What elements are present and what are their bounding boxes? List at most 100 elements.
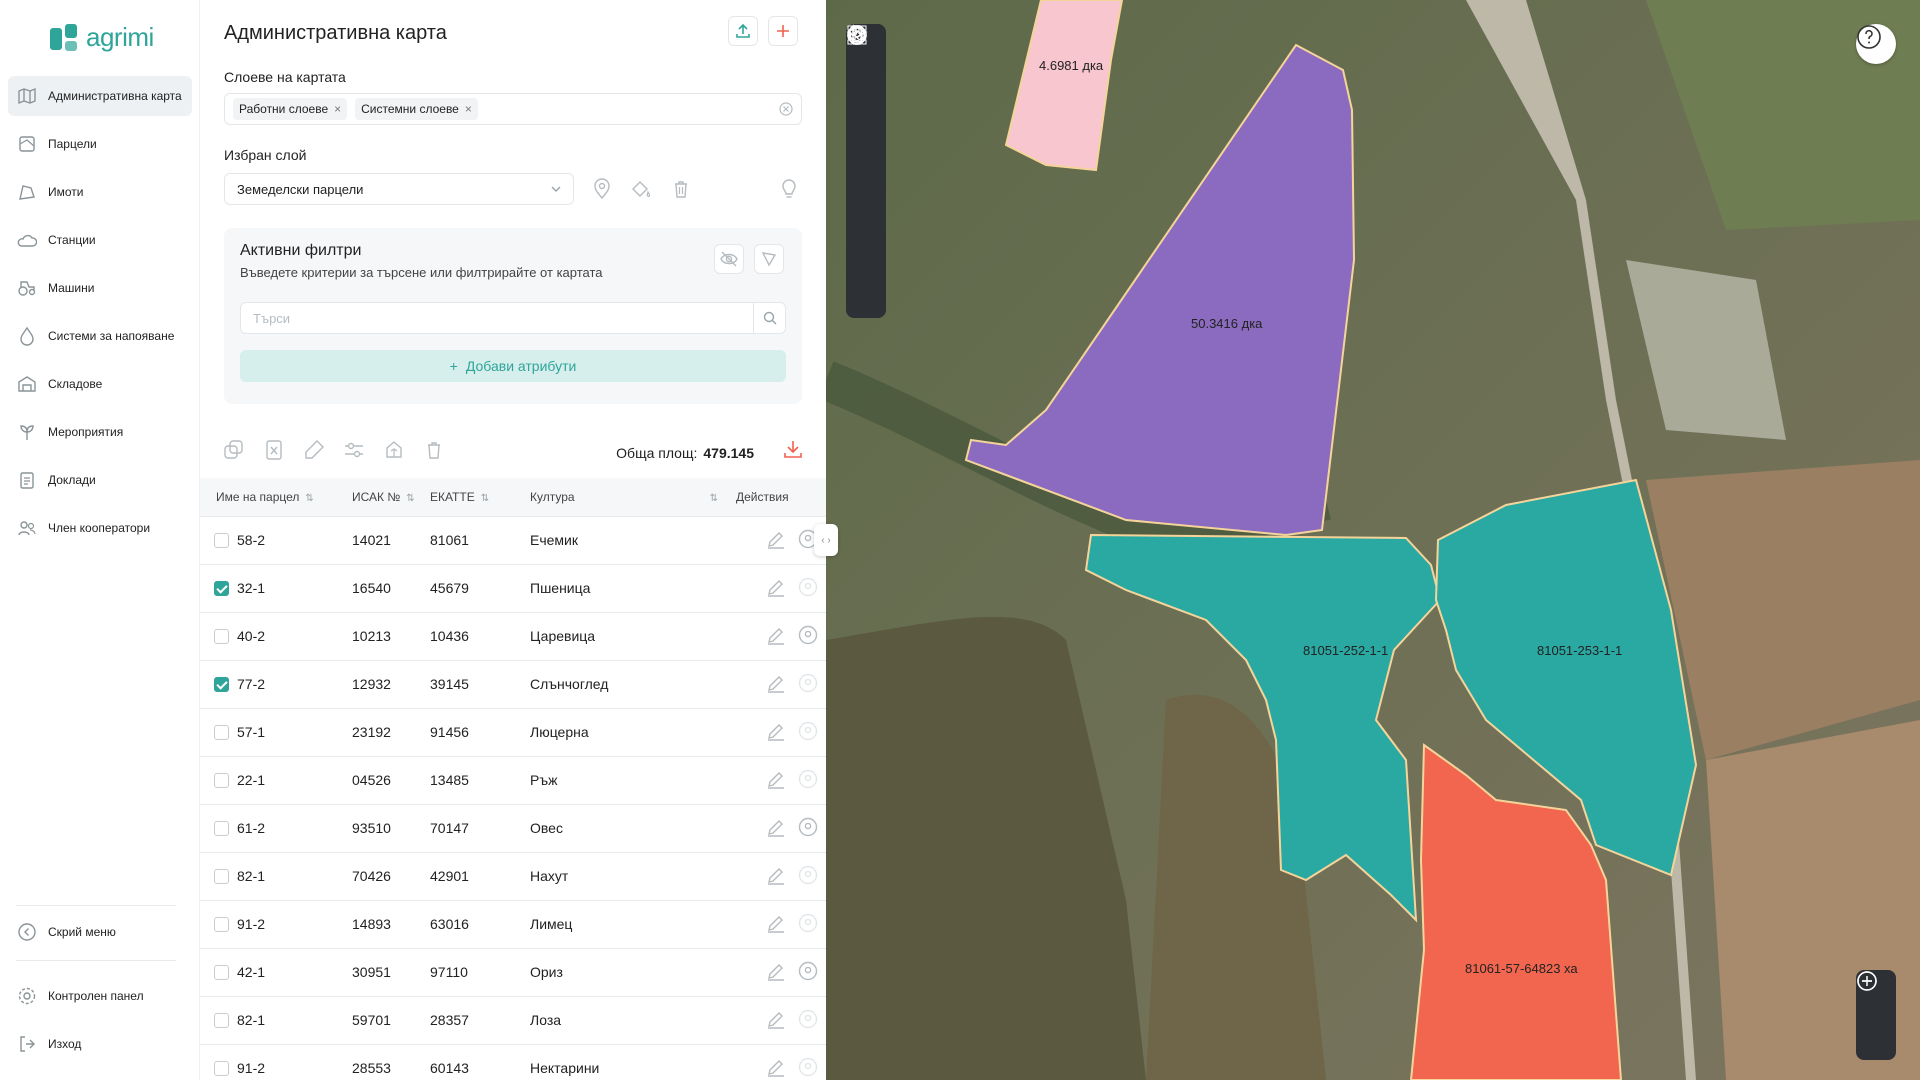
edit-icon[interactable]: [766, 961, 786, 984]
location-pin-icon[interactable]: [798, 817, 818, 840]
row-checkbox[interactable]: [214, 533, 229, 549]
row-checkbox[interactable]: [214, 725, 229, 741]
map-filter-button[interactable]: [754, 244, 784, 274]
map-view[interactable]: 4.6981 дка 50.3416 дка 81051-252-1-1 810…: [826, 0, 1920, 1080]
edit-icon[interactable]: [766, 913, 786, 936]
column-header-crop[interactable]: Култура ⇅: [522, 478, 722, 517]
polygon-draw-icon[interactable]: [847, 25, 880, 182]
table-row[interactable]: 61-2 93510 70147 Овес: [200, 804, 826, 853]
row-checkbox[interactable]: [214, 1013, 229, 1029]
edit-icon[interactable]: [766, 817, 786, 840]
download-icon[interactable]: [782, 438, 804, 465]
table-row[interactable]: 58-2 14021 81061 Ечемик: [200, 516, 826, 565]
sidebar-item-5[interactable]: Системи за напояване: [8, 316, 192, 356]
location-pin-icon[interactable]: [798, 913, 818, 936]
table-row[interactable]: 82-1 70426 42901 Нахут: [200, 852, 826, 901]
location-pin-icon[interactable]: [798, 625, 818, 648]
crop-assign-icon[interactable]: [382, 438, 406, 462]
ruler-icon[interactable]: [852, 25, 880, 222]
column-header-name[interactable]: Име на парцел ⇅: [200, 478, 330, 517]
sidebar-item-1[interactable]: Парцели: [8, 124, 192, 164]
search-input[interactable]: [241, 303, 751, 333]
location-pin-icon[interactable]: [798, 1009, 818, 1032]
row-checkbox[interactable]: [214, 965, 229, 981]
edit-icon[interactable]: [766, 625, 786, 648]
edit-icon[interactable]: [766, 529, 786, 552]
sidebar-item-4[interactable]: Машини: [8, 268, 192, 308]
sidebar-item-8[interactable]: Доклади: [8, 460, 192, 500]
sidebar-item-6[interactable]: Складове: [8, 364, 192, 404]
location-pin-icon[interactable]: [798, 721, 818, 744]
layers-multiselect[interactable]: Работни слоеве × Системни слоеве ×: [224, 93, 802, 125]
sidebar-item-0[interactable]: Административна карта: [8, 76, 192, 116]
edit-shape-icon[interactable]: [302, 438, 326, 462]
location-pin-icon[interactable]: [798, 961, 818, 984]
trash-icon[interactable]: [422, 438, 446, 462]
upload-button[interactable]: [728, 16, 758, 46]
parcel-polygon-1[interactable]: [1004, 0, 1124, 172]
selected-layer-select[interactable]: Земеделски парцели: [224, 173, 574, 205]
trash-icon[interactable]: [669, 177, 693, 201]
edit-icon[interactable]: [766, 673, 786, 696]
search-icon[interactable]: [753, 303, 785, 333]
row-checkbox[interactable]: [214, 869, 229, 885]
location-pin-icon[interactable]: [847, 25, 880, 262]
close-icon[interactable]: ×: [334, 102, 341, 116]
close-icon[interactable]: ×: [465, 102, 472, 116]
copy-icon[interactable]: [222, 438, 246, 462]
logo[interactable]: agrimi: [50, 22, 154, 53]
row-checkbox[interactable]: [214, 773, 229, 789]
sliders-icon[interactable]: [342, 438, 366, 462]
sidebar-item-9[interactable]: Член кооператори: [8, 508, 192, 548]
table-row[interactable]: 40-2 10213 10436 Царевица: [200, 612, 826, 661]
table-row[interactable]: 91-2 28553 60143 Нектарини: [200, 1044, 826, 1080]
excel-export-icon[interactable]: [262, 438, 286, 462]
edit-icon[interactable]: [766, 769, 786, 792]
table-row[interactable]: 77-2 12932 39145 Слънчоглед: [200, 660, 826, 709]
sidebar-item-3[interactable]: Станции: [8, 220, 192, 260]
clear-icon[interactable]: [779, 102, 793, 121]
edit-icon[interactable]: [766, 1009, 786, 1032]
collapse-panel-handle[interactable]: ‹ ›: [814, 524, 838, 556]
add-attributes-button[interactable]: + Добави атрибути: [240, 350, 786, 382]
cell-actions: [722, 660, 826, 709]
table-row[interactable]: 22-1 04526 13485 Ръж: [200, 756, 826, 805]
edit-icon[interactable]: [766, 865, 786, 888]
paint-bucket-icon[interactable]: [629, 177, 653, 201]
edit-icon[interactable]: [766, 1057, 786, 1080]
table-row[interactable]: 32-1 16540 45679 Пшеница: [200, 564, 826, 613]
row-checkbox[interactable]: [214, 821, 229, 837]
help-button[interactable]: [1856, 24, 1896, 64]
location-pin-icon[interactable]: [798, 769, 818, 792]
add-button[interactable]: [768, 16, 798, 46]
row-checkbox[interactable]: [214, 1061, 229, 1077]
row-checkbox[interactable]: [214, 917, 229, 933]
table-row[interactable]: 42-1 30951 97110 Ориз: [200, 948, 826, 997]
column-header-ekatte[interactable]: ЕКАТТЕ ⇅: [422, 478, 522, 517]
edit-icon[interactable]: [766, 721, 786, 744]
sidebar-item-7[interactable]: Мероприятия: [8, 412, 192, 452]
hide-filters-button[interactable]: [714, 244, 744, 274]
sidebar-item-2[interactable]: Имоти: [8, 172, 192, 212]
hand-pan-icon[interactable]: [848, 25, 880, 142]
row-checkbox[interactable]: [214, 581, 229, 597]
location-pin-icon[interactable]: [590, 177, 614, 201]
edit-icon[interactable]: [766, 577, 786, 600]
row-checkbox[interactable]: [214, 629, 229, 645]
parcel-polygon-3[interactable]: [1084, 533, 1442, 923]
table-row[interactable]: 57-1 23192 91456 Люцерна: [200, 708, 826, 757]
location-pin-icon[interactable]: [798, 1057, 818, 1080]
location-pin-icon[interactable]: [798, 577, 818, 600]
row-checkbox[interactable]: [214, 677, 229, 693]
hide-menu-button[interactable]: Скрий меню: [8, 912, 192, 952]
location-pin-icon[interactable]: [798, 865, 818, 888]
lightbulb-icon[interactable]: [777, 177, 801, 201]
control-panel-link[interactable]: Контролен панел: [8, 976, 192, 1016]
location-pin-icon[interactable]: [798, 673, 818, 696]
table-row[interactable]: 91-2 14893 63016 Лимец: [200, 900, 826, 949]
column-header-isak[interactable]: ИСАК № ⇅: [330, 478, 422, 517]
table-row[interactable]: 82-1 59701 28357 Лоза: [200, 996, 826, 1045]
logout-link[interactable]: Изход: [8, 1024, 192, 1064]
layers-icon[interactable]: [846, 26, 880, 102]
reset-icon[interactable]: [849, 24, 880, 302]
